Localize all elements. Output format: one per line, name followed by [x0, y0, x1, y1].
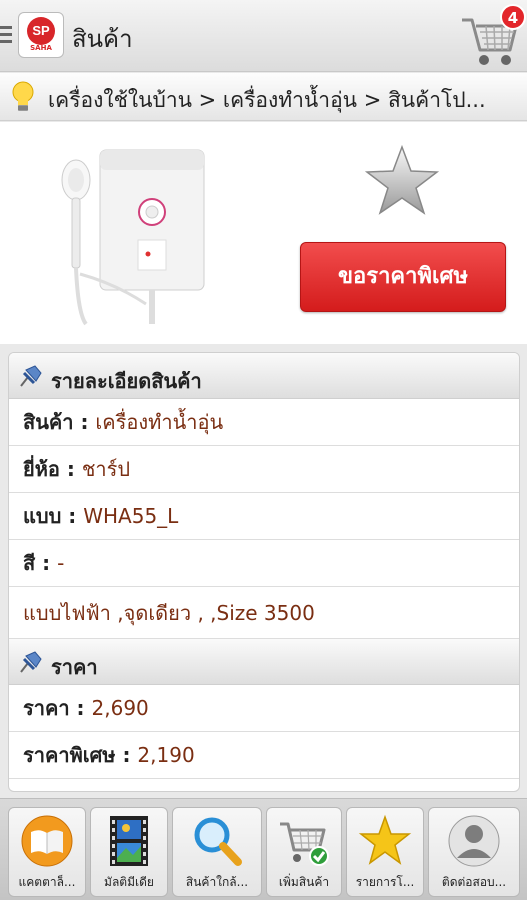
- film-icon: [110, 816, 148, 866]
- row-value: -: [57, 551, 65, 575]
- detail-row-model: แบบ : WHA55_L: [9, 493, 519, 540]
- logo-mark: SP: [27, 17, 55, 45]
- price-section-header: ราคา: [9, 639, 519, 685]
- detail-row-description: แบบไฟฟ้า ,จุดเดียว , ,Size 3500: [9, 587, 519, 639]
- nav-nearby-products[interactable]: สินค้าใกล้...: [172, 807, 262, 897]
- price-row-special: ราคาพิเศษ : 2,190: [9, 732, 519, 779]
- detail-row-product: สินค้า : เครื่องทำน้ำอุ่น: [9, 399, 519, 446]
- detail-row-brand: ยี่ห้อ : ชาร์ป: [9, 446, 519, 493]
- star-icon: [358, 814, 412, 865]
- description-text: แบบไฟฟ้า ,จุดเดียว , ,Size 3500: [23, 601, 315, 625]
- product-header: ขอราคาพิเศษ: [0, 122, 527, 344]
- bottom-navigation: แคตตาล็... มัลติมีเดีย สินค้าใกล้... เพิ…: [0, 798, 527, 900]
- row-value: 2,190: [137, 743, 195, 767]
- row-value: WHA55_L: [83, 504, 179, 528]
- details-section-header: รายละเอียดสินค้า: [9, 353, 519, 399]
- row-value: 2,690: [91, 696, 149, 720]
- magnifier-icon: [194, 817, 242, 866]
- nav-label: มัลติมีเดีย: [104, 875, 154, 889]
- app-logo[interactable]: SP SAHA: [18, 12, 64, 58]
- nav-catalog[interactable]: แคตตาล็...: [8, 807, 86, 897]
- nav-label: รายการโ...: [355, 875, 415, 889]
- price-row-regular: ราคา : 2,690: [9, 685, 519, 732]
- row-label: สินค้า :: [23, 410, 96, 434]
- row-value: เครื่องทำน้ำอุ่น: [95, 410, 224, 434]
- row-label: สี :: [23, 551, 58, 575]
- request-special-price-button[interactable]: ขอราคาพิเศษ: [300, 242, 506, 312]
- product-details-panel: รายละเอียดสินค้า สินค้า : เครื่องทำน้ำอุ…: [8, 352, 520, 792]
- details-section-title: รายละเอียดสินค้า: [51, 369, 202, 393]
- logo-subtext: SAHA: [30, 44, 52, 52]
- nav-label: แคตตาล็...: [18, 875, 76, 889]
- nav-label: สินค้าใกล้...: [185, 875, 249, 889]
- row-label: ราคา :: [23, 696, 92, 720]
- menu-icon[interactable]: [0, 22, 14, 46]
- product-image[interactable]: [56, 134, 216, 334]
- lightbulb-icon: [12, 81, 34, 111]
- price-section-title: ราคา: [51, 655, 98, 679]
- breadcrumb-path[interactable]: เครื่องใช้ในบ้าน > เครื่องทำน้ำอุ่น > สิ…: [48, 84, 518, 117]
- page-title: สินค้า: [72, 25, 133, 53]
- cart-add-icon: [280, 822, 329, 866]
- nav-label: ติดต่อสอบ...: [441, 875, 507, 889]
- pushpin-icon: [20, 651, 42, 673]
- detail-row-color: สี : -: [9, 540, 519, 587]
- row-label: แบบ :: [23, 504, 84, 528]
- nav-favorites[interactable]: รายการโ...: [346, 807, 424, 897]
- nav-contact[interactable]: ติดต่อสอบ...: [428, 807, 520, 897]
- app-header: SP SAHA สินค้า 4: [0, 0, 527, 72]
- book-icon: [21, 815, 73, 867]
- nav-add-product[interactable]: เพิ่มสินค้า: [266, 807, 342, 897]
- person-icon: [448, 815, 500, 867]
- breadcrumb: เครื่องใช้ในบ้าน > เครื่องทำน้ำอุ่น > สิ…: [0, 73, 527, 121]
- row-value: ชาร์ป: [81, 457, 131, 481]
- cart-count-badge: 4: [500, 4, 526, 30]
- row-label: ยี่ห้อ :: [23, 457, 82, 481]
- favorite-star-icon[interactable]: [364, 144, 440, 216]
- pushpin-icon: [20, 365, 42, 387]
- nav-multimedia[interactable]: มัลติมีเดีย: [90, 807, 168, 897]
- nav-label: เพิ่มสินค้า: [278, 875, 330, 889]
- row-label: ราคาพิเศษ :: [23, 743, 138, 767]
